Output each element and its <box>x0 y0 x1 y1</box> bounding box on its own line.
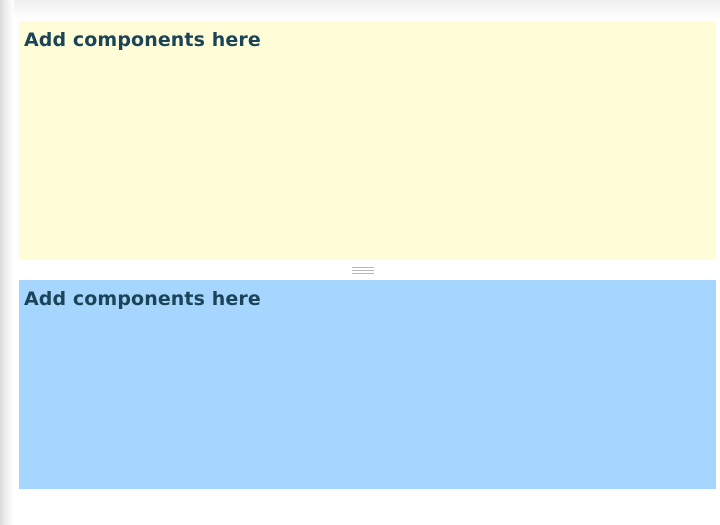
splitter-bar[interactable] <box>19 260 716 280</box>
split-panel: Add components here Add components here <box>19 21 716 489</box>
drag-handle-icon[interactable] <box>352 267 374 274</box>
canvas-top-shadow <box>0 0 720 20</box>
top-pane-placeholder: Add components here <box>24 29 261 51</box>
bottom-pane-drop-zone[interactable]: Add components here <box>19 280 716 489</box>
bottom-pane-placeholder: Add components here <box>24 288 261 310</box>
top-pane-drop-zone[interactable]: Add components here <box>19 21 716 260</box>
canvas-left-shadow <box>0 0 14 525</box>
designer-canvas: Add components here Add components here <box>0 0 720 525</box>
